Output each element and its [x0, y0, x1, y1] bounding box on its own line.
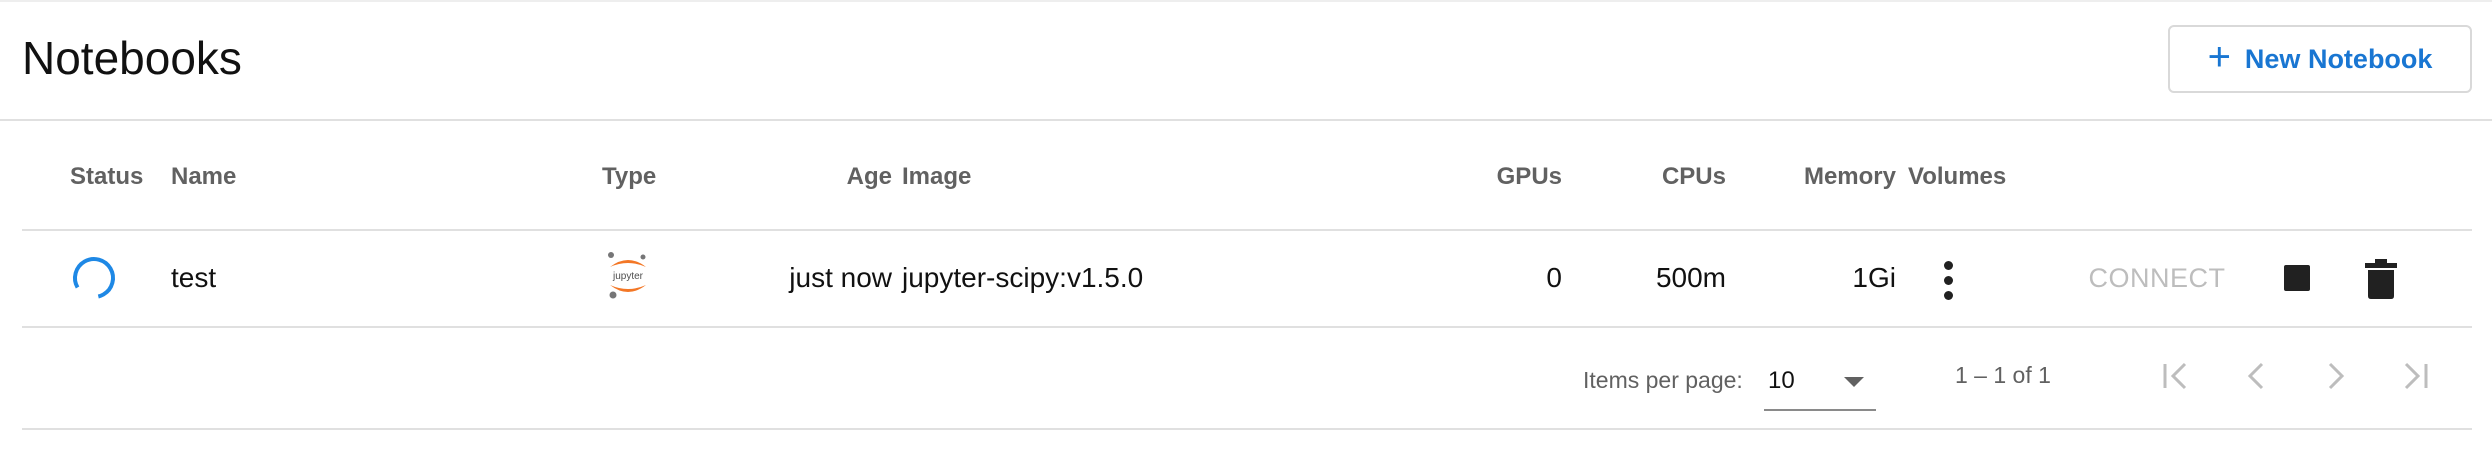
- new-notebook-button[interactable]: + New Notebook: [2168, 25, 2472, 93]
- notebook-image: jupyter-scipy:v1.5.0: [902, 262, 1144, 293]
- plus-icon: +: [2207, 35, 2231, 79]
- column-header-type[interactable]: Type: [602, 163, 656, 191]
- stop-icon[interactable]: [2284, 265, 2310, 291]
- page-size-select[interactable]: 10: [1764, 355, 1876, 411]
- column-header-memory[interactable]: Memory: [1742, 163, 1896, 191]
- first-page-icon[interactable]: [2153, 352, 2201, 400]
- page-range-label: 1 – 1 of 1: [1955, 362, 2051, 388]
- header-row-divider: [22, 229, 2472, 231]
- row-divider: [22, 326, 2472, 328]
- column-header-age[interactable]: Age: [802, 163, 892, 191]
- items-per-page-label: Items per page:: [1583, 367, 1743, 393]
- page-header: Notebooks + New Notebook: [0, 0, 2492, 121]
- column-header-gpus[interactable]: GPUs: [1442, 163, 1562, 191]
- notebook-gpus: 0: [1546, 262, 1562, 293]
- column-header-image[interactable]: Image: [902, 163, 971, 191]
- notebook-name[interactable]: test: [171, 262, 216, 294]
- loading-spinner-icon: [73, 257, 115, 299]
- new-notebook-label: New Notebook: [2244, 43, 2433, 74]
- more-vert-icon[interactable]: [1942, 261, 1954, 303]
- column-header-name[interactable]: Name: [171, 163, 236, 191]
- jupyter-logo-text: jupyter: [612, 271, 644, 282]
- notebook-memory: 1Gi: [1852, 262, 1896, 293]
- page-title: Notebooks: [22, 32, 242, 84]
- delete-icon[interactable]: [2364, 259, 2398, 299]
- paginator-divider: [22, 428, 2472, 430]
- previous-page-icon[interactable]: [2232, 352, 2280, 400]
- notebook-cpus: 500m: [1655, 262, 1726, 293]
- notebook-age: just now: [789, 262, 892, 293]
- jupyter-logo-icon: jupyter: [608, 252, 646, 299]
- page-size-value: 10: [1768, 367, 1795, 394]
- column-header-volumes[interactable]: Volumes: [1908, 163, 2006, 191]
- column-header-status[interactable]: Status: [70, 163, 143, 191]
- last-page-icon[interactable]: [2392, 352, 2440, 400]
- dropdown-arrow-icon: [1844, 377, 1864, 387]
- next-page-icon[interactable]: [2312, 352, 2360, 400]
- connect-button[interactable]: CONNECT: [2067, 263, 2247, 294]
- column-header-cpus[interactable]: CPUs: [1602, 163, 1726, 191]
